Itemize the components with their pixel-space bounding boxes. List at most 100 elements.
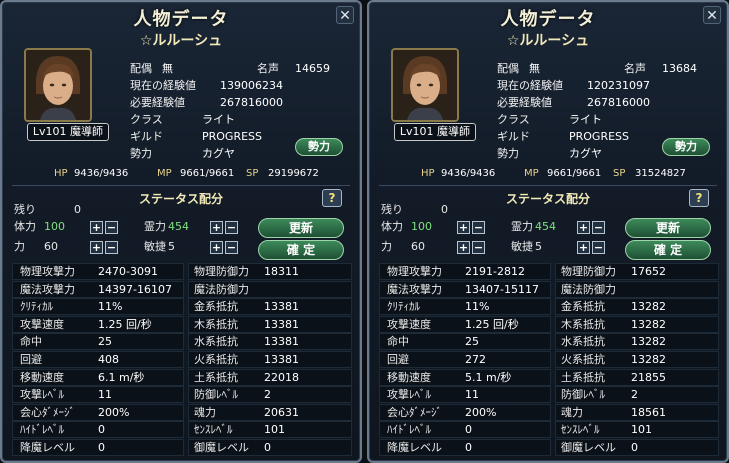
stat-value: 20631 [264, 405, 299, 419]
spirit-minus-button[interactable]: − [225, 221, 238, 234]
character-name: ☆ルルーシュ [506, 33, 590, 49]
status-allocation-title: ステータス配分 [505, 192, 590, 206]
spirit-plus-button[interactable]: + [210, 221, 223, 234]
sp-label: SP [613, 168, 626, 179]
strength-plus-button[interactable]: + [90, 241, 103, 254]
stat-value: 101 [264, 423, 285, 437]
strength-plus-button[interactable]: + [457, 241, 470, 254]
class-label: クラス [497, 113, 530, 126]
stat-value: 18561 [631, 405, 666, 419]
faction-row: 勢力 カグヤ [497, 145, 602, 162]
stat-value: 1.25 回/秒 [465, 317, 519, 331]
required-exp-label: 必要経験値 [497, 96, 552, 109]
stat-label: 水系抵抗 [194, 335, 238, 349]
spirit-plus-button[interactable]: + [577, 221, 590, 234]
spirit-value: 454 [168, 220, 189, 233]
stat-value: 0 [631, 441, 638, 454]
stat-value: 13381 [264, 335, 299, 349]
stats-row: 命中 25 水系抵抗 13381 [12, 333, 352, 351]
stat-value: 17652 [631, 265, 666, 278]
stats-row: 降魔レベル 0 御魔レベル 0 [12, 439, 352, 456]
current-exp-value: 139006234 [220, 79, 283, 92]
faction-button[interactable]: 勢力 [295, 138, 343, 156]
faction-label: 勢力 [497, 147, 519, 160]
agility-plus-button[interactable]: + [210, 241, 223, 254]
agility-plus-button[interactable]: + [577, 241, 590, 254]
strength-label: 力 [14, 240, 25, 253]
faction-value: カグヤ [202, 147, 235, 160]
stats-row: 攻撃ﾚﾍﾞﾙ 11 防御ﾚﾍﾞﾙ 2 [12, 386, 352, 404]
window-title: 人物データ [133, 9, 229, 30]
stamina-value: 100 [44, 220, 65, 233]
stats-row: 攻撃ﾚﾍﾞﾙ 11 防御ﾚﾍﾞﾙ 2 [379, 386, 719, 404]
help-button[interactable]: ? [689, 189, 709, 207]
stats-row: 回避 272 火系抵抗 13282 [379, 351, 719, 368]
strength-label: 力 [381, 240, 392, 253]
stat-label: 命中 [20, 335, 42, 349]
stat-label: ﾊｲﾄﾞﾚﾍﾞﾙ [20, 423, 64, 437]
current-exp-row: 現在の経験値 139006234 [130, 77, 283, 94]
stamina-minus-button[interactable]: − [105, 221, 118, 234]
stats-row: ｸﾘﾃｨｶﾙ 11% 金系抵抗 13381 [12, 298, 352, 316]
sp-value: 29199672 [268, 168, 319, 179]
stat-label: 火系抵抗 [194, 353, 238, 366]
strength-minus-button[interactable]: − [105, 241, 118, 254]
stat-label: ﾊｲﾄﾞﾚﾍﾞﾙ [387, 423, 431, 437]
stat-value: 1.25 回/秒 [98, 317, 152, 331]
class-row: クラス ライト [497, 111, 602, 128]
stamina-plus-button[interactable]: + [457, 221, 470, 234]
faction-button[interactable]: 勢力 [662, 138, 710, 156]
stat-label: 移動速度 [20, 370, 64, 384]
confirm-button[interactable]: 確 定 [625, 240, 711, 260]
stat-value: 272 [465, 353, 486, 366]
character-portrait [24, 48, 92, 122]
stat-label: 金系抵抗 [561, 300, 605, 314]
spouse-value: 無 [162, 62, 173, 75]
strength-value: 60 [411, 240, 425, 253]
current-exp-row: 現在の経験値 120231097 [497, 77, 650, 94]
current-exp-value: 120231097 [587, 79, 650, 92]
stamina-plus-button[interactable]: + [90, 221, 103, 234]
stats-row: 物理攻撃力 2191-2812 物理防御力 17652 [379, 263, 719, 280]
spirit-minus-button[interactable]: − [592, 221, 605, 234]
stat-label: 金系抵抗 [194, 300, 238, 314]
stats-row: 回避 408 火系抵抗 13381 [12, 351, 352, 368]
agility-minus-button[interactable]: − [225, 241, 238, 254]
stat-label: 物理攻撃力 [387, 265, 442, 278]
guild-row: ギルド PROGRESS [130, 128, 262, 145]
agility-minus-button[interactable]: − [592, 241, 605, 254]
stat-label: 魔法攻撃力 [20, 282, 75, 296]
stat-label: 降魔レベル [387, 441, 442, 454]
stat-value: 0 [465, 423, 472, 437]
status-allocation-title: ステータス配分 [138, 192, 223, 206]
class-value: ライト [569, 113, 602, 126]
stat-label: 水系抵抗 [561, 335, 605, 349]
stat-value: 0 [98, 423, 105, 437]
status-allocation: ステータス配分? 残り 0 体力 100 力 60 霊力 454 敏捷 5 + − + − + − + − 更新確 定 [379, 185, 717, 260]
confirm-button[interactable]: 確 定 [258, 240, 344, 260]
stamina-minus-button[interactable]: − [472, 221, 485, 234]
stat-value: 2191-2812 [465, 265, 525, 278]
stat-label: 移動速度 [387, 370, 431, 384]
required-exp-label: 必要経験値 [130, 96, 185, 109]
stat-value: 14397-16107 [98, 282, 172, 296]
hp-mp-sp-bar: HP 9436/9436 MP 9661/9661 SP 31524827 [369, 166, 727, 182]
help-button[interactable]: ? [322, 189, 342, 207]
character-panel: 人物データ ✕ ☆ルルーシュ Lv101 魔導師 配偶無 名声 14659 現在の経験値 139… [0, 0, 362, 463]
stats-row: 移動速度 5.1 m/秒 土系抵抗 21855 [379, 368, 719, 386]
stat-value: 13381 [264, 317, 299, 331]
strength-minus-button[interactable]: − [472, 241, 485, 254]
stat-label: 攻撃速度 [387, 317, 431, 331]
close-icon[interactable]: ✕ [336, 6, 354, 24]
hp-label: HP [54, 168, 68, 179]
stat-label: 木系抵抗 [561, 317, 605, 331]
stat-label: 魔法攻撃力 [387, 282, 442, 296]
update-button[interactable]: 更新 [625, 218, 711, 238]
close-icon[interactable]: ✕ [703, 6, 721, 24]
mp-label: MP [157, 168, 172, 179]
stat-value: 200% [98, 405, 130, 419]
agility-value: 5 [535, 240, 542, 253]
stat-label: ｾﾝｽﾚﾍﾞﾙ [561, 423, 600, 437]
update-button[interactable]: 更新 [258, 218, 344, 238]
sp-value: 31524827 [635, 168, 686, 179]
